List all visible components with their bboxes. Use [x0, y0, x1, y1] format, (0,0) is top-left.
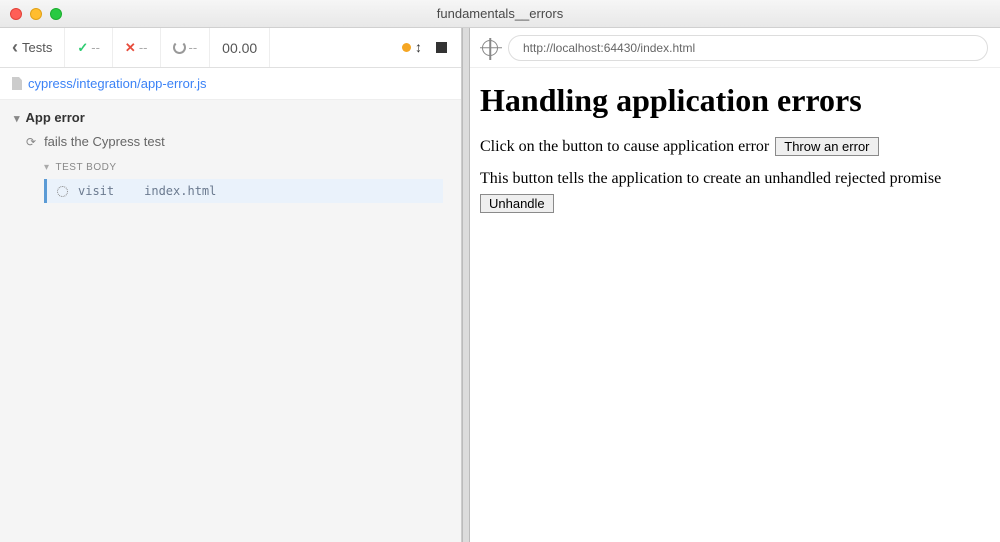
close-window-button[interactable] — [10, 8, 22, 20]
resize-icon: ↕ — [415, 39, 422, 55]
tests-tree: App error ⟳ fails the Cypress test TEST … — [0, 100, 461, 542]
panel-resize-handle[interactable] — [462, 28, 470, 542]
tests-failed-count: ✕ -- — [125, 40, 148, 56]
command-log-item[interactable]: visit index.html — [44, 179, 443, 203]
maximize-window-button[interactable] — [50, 8, 62, 20]
viewport-indicator[interactable]: ↕ — [402, 39, 422, 57]
tests-pending-count: -- — [173, 40, 198, 55]
throw-error-description: Click on the button to cause application… — [480, 138, 769, 156]
tests-passed-count: ✓ -- — [77, 40, 100, 56]
window-titlebar: fundamentals__errors — [0, 0, 1000, 28]
cypress-test-runner-panel: Tests ✓ -- ✕ -- -- 00 — [0, 28, 462, 542]
url-field[interactable]: http://localhost:64430/index.html — [508, 35, 988, 61]
file-icon — [12, 77, 22, 90]
url-text: http://localhost:64430/index.html — [523, 41, 695, 55]
url-bar: http://localhost:64430/index.html — [470, 28, 1000, 68]
test-row[interactable]: ⟳ fails the Cypress test — [0, 129, 461, 154]
running-icon: ⟳ — [26, 135, 36, 149]
unhandled-promise-description: This button tells the application to cre… — [480, 170, 941, 188]
minimize-window-button[interactable] — [30, 8, 42, 20]
selector-playground-button[interactable] — [482, 40, 498, 56]
back-to-tests-link[interactable]: Tests — [12, 37, 52, 58]
runner-toolbar: Tests ✓ -- ✕ -- -- 00 — [0, 28, 461, 68]
describe-title: App error — [26, 110, 85, 125]
warning-dot-icon — [402, 43, 411, 52]
test-body-section[interactable]: TEST BODY — [0, 154, 461, 179]
application-under-test: Handling application errors Click on the… — [470, 68, 1000, 241]
test-duration: 00.00 — [210, 28, 270, 67]
pending-icon — [173, 41, 186, 54]
spec-file-path: cypress/integration/app-error.js — [28, 76, 206, 91]
test-body-label: TEST BODY — [56, 162, 117, 173]
throw-error-button[interactable]: Throw an error — [775, 137, 878, 156]
check-icon: ✓ — [77, 40, 88, 56]
command-name: visit — [78, 184, 114, 198]
back-label: Tests — [22, 40, 52, 55]
x-icon: ✕ — [125, 40, 136, 56]
chevron-left-icon — [12, 37, 18, 58]
unhandle-button[interactable]: Unhandle — [480, 194, 554, 213]
caret-down-icon — [14, 110, 20, 125]
application-preview-panel: http://localhost:64430/index.html Handli… — [470, 28, 1000, 542]
caret-down-icon — [44, 162, 50, 173]
command-arg: index.html — [144, 184, 216, 198]
spec-file-header[interactable]: cypress/integration/app-error.js — [0, 68, 461, 100]
stop-tests-button[interactable] — [436, 42, 447, 53]
page-heading: Handling application errors — [480, 82, 990, 119]
traffic-lights — [10, 8, 62, 20]
test-title: fails the Cypress test — [44, 134, 165, 149]
window-title: fundamentals__errors — [437, 6, 563, 21]
describe-block[interactable]: App error — [0, 106, 461, 129]
spinner-icon — [57, 186, 68, 197]
